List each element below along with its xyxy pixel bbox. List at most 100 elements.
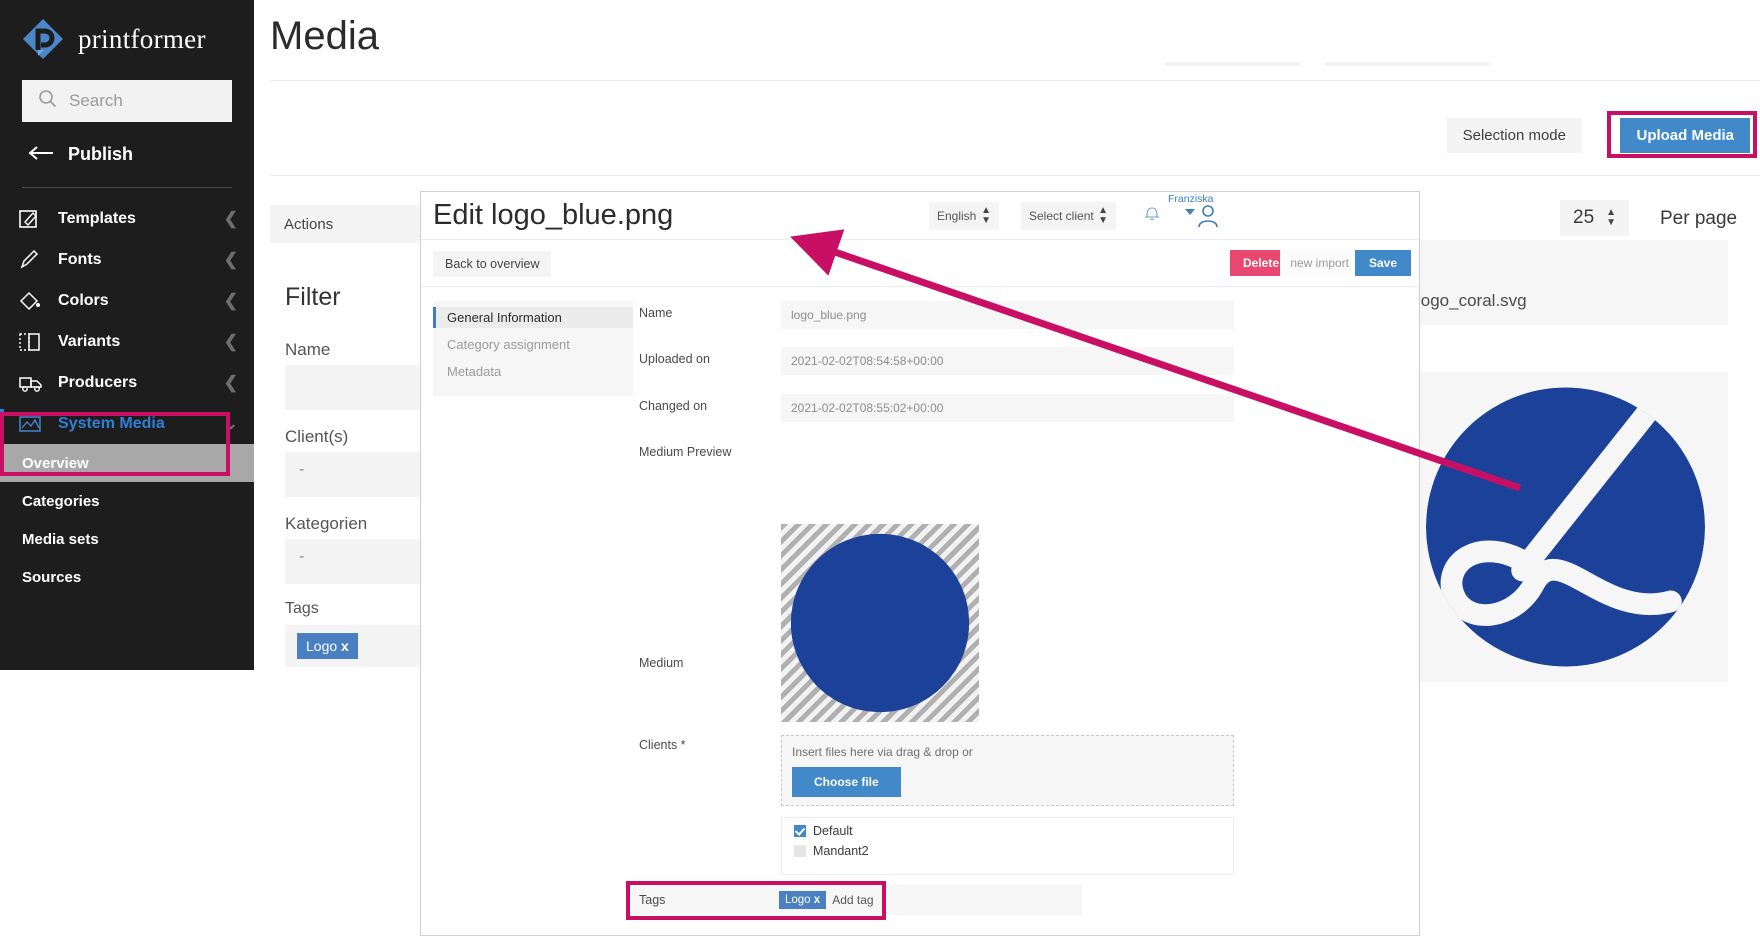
user-avatar-icon[interactable] (1183, 204, 1221, 233)
sidebar-item-label: Colors (58, 292, 109, 310)
add-tag-button[interactable]: Add tag (832, 893, 873, 907)
sidebar-item-fonts[interactable]: Fonts ❮ (0, 239, 254, 280)
name-field-value[interactable]: logo_blue.png (781, 301, 1234, 329)
pencil-icon (18, 249, 46, 271)
client-checkbox-mandant2[interactable]: Mandant2 (782, 838, 1233, 858)
ghost-placeholder-line (1325, 62, 1490, 66)
chevron-down-icon: ⌄ (224, 414, 238, 434)
sidebar-item-media-sets[interactable]: Media sets (0, 520, 254, 558)
filter-categories-label: Kategorien (285, 514, 367, 534)
sidebar-item-label: Templates (58, 210, 136, 228)
filter-heading: Filter (285, 283, 341, 312)
client-label: Default (813, 824, 853, 838)
selection-mode-button[interactable]: Selection mode (1447, 118, 1582, 153)
modal-tag-chip-label: Logo (785, 894, 811, 906)
modal-tag-chip[interactable]: Logo x (779, 891, 826, 909)
actions-label: Actions (284, 216, 333, 233)
clients-checkbox-group: Default Mandant2 (781, 817, 1234, 875)
medium-dropzone[interactable]: Insert files here via drag & drop or Cho… (781, 735, 1234, 806)
tab-category-assignment[interactable]: Category assignment (433, 334, 633, 355)
bell-icon[interactable] (1144, 204, 1160, 227)
edit-media-modal: Edit logo_blue.png English ▲▼ Select cli… (420, 191, 1420, 936)
upload-media-button[interactable]: Upload Media (1620, 118, 1750, 153)
search-placeholder: Search (69, 91, 123, 111)
chevron-left-icon: ❮ (224, 332, 238, 352)
filter-clients-label: Client(s) (285, 427, 348, 447)
sidebar-item-label: System Media (58, 415, 165, 433)
filter-tag-remove-icon[interactable]: x (341, 638, 349, 654)
sidebar-divider (22, 187, 232, 188)
truck-icon (18, 372, 46, 394)
field-label: Name (639, 306, 769, 320)
chevron-left-icon: ❮ (224, 373, 238, 393)
active-accent-bar (0, 409, 4, 437)
publish-button[interactable]: Publish (28, 144, 254, 165)
sidebar-subitem-label: Media sets (22, 531, 99, 548)
changed-on-value[interactable]: 2021-02-02T08:55:02+00:00 (781, 394, 1234, 422)
checkbox-unchecked-icon[interactable] (794, 845, 806, 857)
modal-topbar: Edit logo_blue.png English ▲▼ Select cli… (421, 192, 1419, 240)
filter-name-label: Name (285, 340, 330, 360)
chevron-left-icon: ❮ (224, 250, 238, 270)
dropzone-text: Insert files here via drag & drop or (792, 745, 973, 759)
toolbar-divider (270, 175, 1760, 176)
per-page-label: Per page (1660, 208, 1737, 230)
header-divider (270, 80, 1760, 81)
ghost-placeholder-line (1165, 62, 1300, 66)
language-value: English (937, 209, 976, 223)
per-page-value: 25 (1573, 207, 1594, 229)
client-select[interactable]: Select client ▲▼ (1021, 202, 1116, 230)
tab-general-information[interactable]: General Information (433, 307, 633, 328)
filter-tag-chip[interactable]: Logo x (297, 633, 358, 659)
save-button[interactable]: Save (1355, 250, 1411, 276)
search-icon (38, 89, 57, 113)
modal-tag-remove-icon[interactable]: x (814, 894, 820, 906)
media-card-coral[interactable]: logo_coral.svg (1403, 240, 1728, 325)
image-icon (18, 413, 46, 435)
client-label: Mandant2 (813, 844, 869, 858)
new-import-button[interactable]: new import (1280, 250, 1359, 276)
search-input[interactable]: Search (22, 80, 232, 122)
language-select[interactable]: English ▲▼ (929, 202, 999, 230)
filter-tag-chip-label: Logo (306, 638, 337, 654)
chevron-left-icon: ❮ (224, 291, 238, 311)
filter-tags-label: Tags (285, 600, 319, 618)
tab-label: Category assignment (447, 337, 570, 352)
sidebar-item-label: Producers (58, 374, 137, 392)
sidebar-item-label: Variants (58, 333, 120, 351)
sidebar-item-label: Fonts (58, 251, 102, 269)
sidebar-item-templates[interactable]: Templates ❮ (0, 198, 254, 239)
spinner-arrows-icon: ▲▼ (1606, 208, 1616, 228)
sidebar-item-categories[interactable]: Categories (0, 482, 254, 520)
spinner-arrows-icon: ▲▼ (981, 206, 991, 226)
uploaded-on-value[interactable]: 2021-02-02T08:54:58+00:00 (781, 347, 1234, 375)
modal-title: Edit logo_blue.png (433, 199, 673, 232)
spinner-arrows-icon: ▲▼ (1098, 206, 1108, 226)
clients-label: Clients * (639, 738, 769, 752)
tags-label: Tags (629, 893, 779, 907)
sidebar: printformer Search Publish (0, 0, 254, 670)
brand-logo[interactable]: printformer (0, 0, 254, 72)
sidebar-subitem-label: Categories (22, 493, 100, 510)
medium-preview-image (781, 524, 979, 722)
choose-file-button[interactable]: Choose file (792, 767, 901, 797)
sidebar-nav: Templates ❮ Fonts ❮ (0, 198, 254, 596)
sidebar-item-producers[interactable]: Producers ❮ (0, 362, 254, 403)
modal-action-bar: Back to overview Delete new import Save (421, 240, 1419, 287)
client-checkbox-default[interactable]: Default (782, 818, 1233, 838)
tab-metadata[interactable]: Metadata (433, 361, 633, 382)
sidebar-item-sources[interactable]: Sources (0, 558, 254, 596)
app-root: printformer Search Publish (0, 0, 1760, 945)
layers-icon (18, 331, 46, 353)
per-page-select[interactable]: 25 ▲▼ (1560, 200, 1629, 236)
printformer-logo-icon (20, 16, 66, 62)
checkbox-checked-icon[interactable] (794, 825, 806, 837)
arrow-left-icon (28, 144, 54, 165)
sidebar-item-overview[interactable]: Overview (0, 444, 254, 482)
back-to-overview-button[interactable]: Back to overview (433, 251, 551, 277)
sidebar-item-variants[interactable]: Variants ❮ (0, 321, 254, 362)
brand-name: printformer (78, 24, 206, 55)
media-card-blue[interactable] (1403, 372, 1728, 682)
sidebar-item-colors[interactable]: Colors ❮ (0, 280, 254, 321)
sidebar-item-system-media[interactable]: System Media ⌄ (0, 403, 254, 444)
